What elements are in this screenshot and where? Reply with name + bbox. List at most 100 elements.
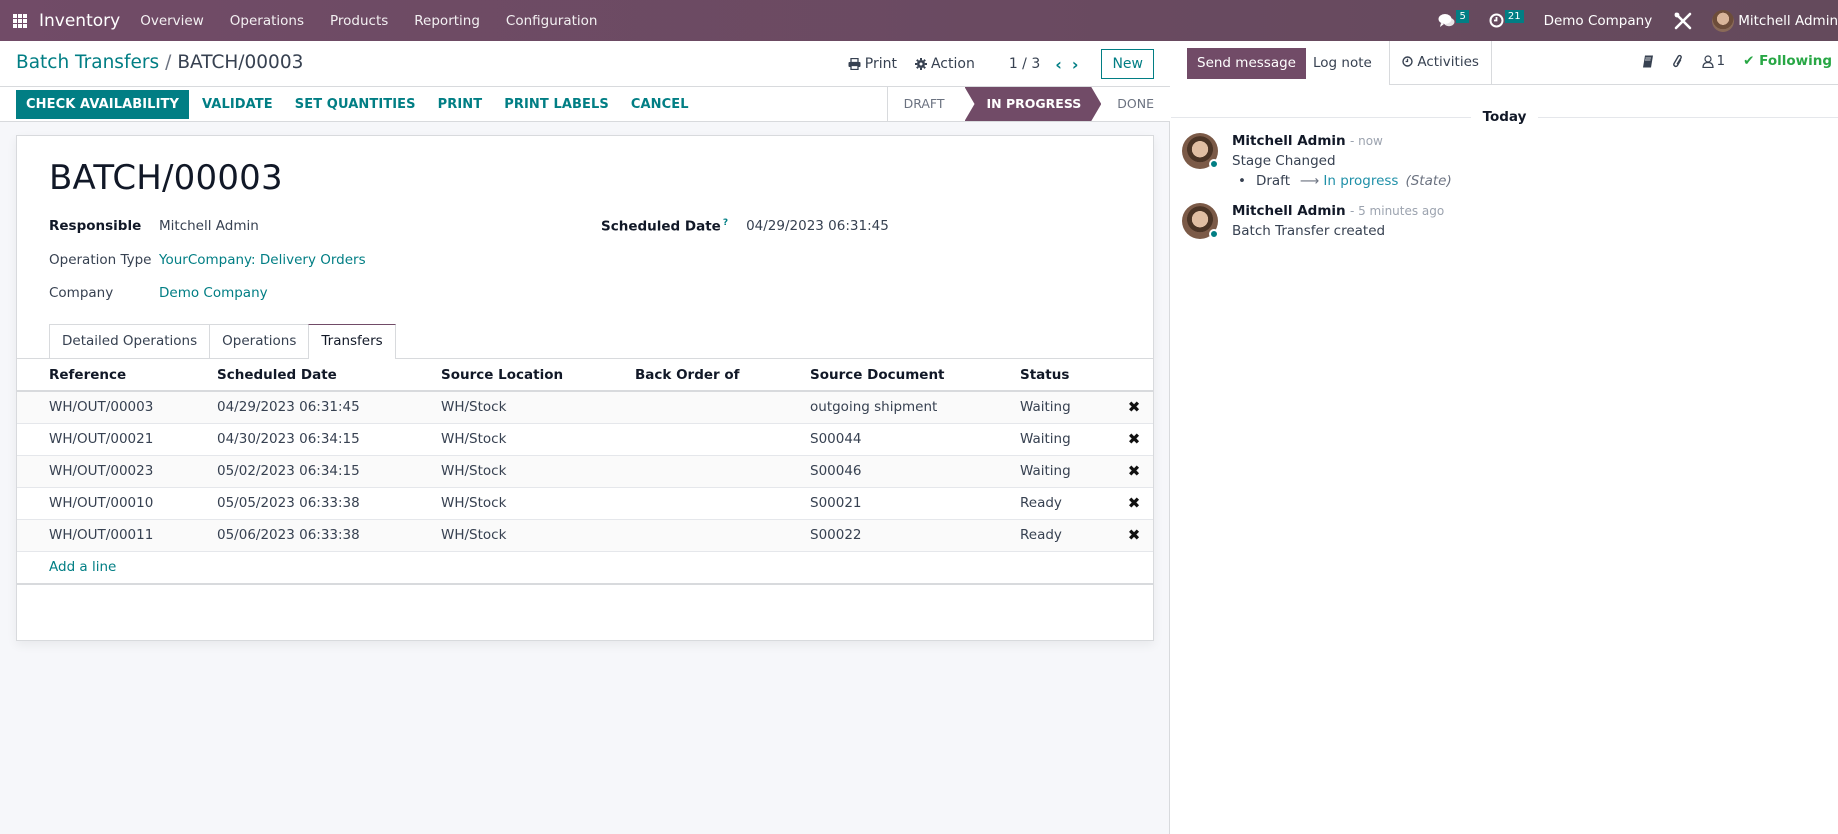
cell-status[interactable]: Waiting (1020, 423, 1115, 456)
company-switcher[interactable]: Demo Company (1544, 13, 1653, 29)
cell-source-location[interactable]: WH/Stock (441, 519, 635, 552)
table-row[interactable]: WH/OUT/00021 04/30/2023 06:34:15 WH/Stoc… (17, 423, 1153, 456)
col-source-document[interactable]: Source Document (810, 359, 1020, 392)
tab-operations[interactable]: Operations (209, 324, 310, 358)
add-a-line-link[interactable]: Add a line (17, 551, 1153, 585)
cell-back-order-of[interactable] (635, 519, 810, 552)
followers-button[interactable]: 1 (1701, 53, 1725, 69)
cell-scheduled-date[interactable]: 04/30/2023 06:34:15 (217, 423, 441, 456)
following-button[interactable]: ✔ Following (1743, 53, 1832, 69)
stage-in-progress[interactable]: IN PROGRESS (965, 87, 1102, 121)
responsible-value[interactable]: Mitchell Admin (159, 218, 259, 234)
menu-products[interactable]: Products (330, 13, 388, 29)
cell-source-document[interactable]: S00046 (810, 455, 1020, 488)
message-author[interactable]: Mitchell Admin (1232, 203, 1346, 219)
field-company: Company Demo Company (49, 285, 268, 301)
table-row[interactable]: WH/OUT/00023 05/02/2023 06:34:15 WH/Stoc… (17, 455, 1153, 488)
cell-reference[interactable]: WH/OUT/00021 (17, 423, 217, 456)
cell-back-order-of[interactable] (635, 455, 810, 488)
cancel-button[interactable]: CANCEL (620, 91, 700, 118)
author-avatar[interactable] (1182, 133, 1219, 169)
col-status[interactable]: Status (1020, 359, 1115, 392)
new-button[interactable]: New (1101, 49, 1154, 79)
cell-reference[interactable]: WH/OUT/00011 (17, 519, 217, 552)
record-title[interactable]: BATCH/00003 (49, 158, 283, 198)
debug-tools[interactable] (1674, 12, 1692, 30)
cell-source-location[interactable]: WH/Stock (441, 423, 635, 456)
pager-previous-icon[interactable]: ‹ (1055, 55, 1062, 74)
col-back-order-of[interactable]: Back Order of (635, 359, 810, 392)
delete-row-icon[interactable]: ✖ (1128, 462, 1141, 480)
action-menu-button[interactable]: Action (914, 56, 975, 72)
cell-reference[interactable]: WH/OUT/00010 (17, 487, 217, 520)
col-source-location[interactable]: Source Location (441, 359, 635, 392)
paperclip-icon[interactable] (1672, 54, 1684, 69)
table-row[interactable]: WH/OUT/00003 04/29/2023 06:31:45 WH/Stoc… (17, 391, 1153, 424)
stage-draft[interactable]: DRAFT (888, 87, 965, 121)
delete-row-icon[interactable]: ✖ (1128, 430, 1141, 448)
stage-done[interactable]: DONE (1101, 87, 1170, 121)
cell-source-document[interactable]: outgoing shipment (810, 391, 1020, 424)
cell-status[interactable]: Ready (1020, 519, 1115, 552)
tab-transfers[interactable]: Transfers (308, 324, 396, 359)
col-scheduled-date[interactable]: Scheduled Date (217, 359, 441, 392)
cell-source-location[interactable]: WH/Stock (441, 455, 635, 488)
cell-back-order-of[interactable] (635, 487, 810, 520)
print-button[interactable]: PRINT (427, 91, 494, 118)
breadcrumb-batch-transfers[interactable]: Batch Transfers (16, 52, 159, 73)
help-tooltip-icon[interactable]: ? (723, 218, 728, 228)
cell-scheduled-date[interactable]: 05/02/2023 06:34:15 (217, 455, 441, 488)
delete-row-icon[interactable]: ✖ (1128, 526, 1141, 544)
operation-type-value[interactable]: YourCompany: Delivery Orders (159, 252, 366, 268)
cell-status[interactable]: Waiting (1020, 455, 1115, 488)
col-reference[interactable]: Reference (17, 359, 217, 392)
message-author[interactable]: Mitchell Admin (1232, 133, 1346, 149)
cell-source-document[interactable]: S00021 (810, 487, 1020, 520)
table-row[interactable]: WH/OUT/00010 05/05/2023 06:33:38 WH/Stoc… (17, 487, 1153, 520)
cell-back-order-of[interactable] (635, 423, 810, 456)
cell-back-order-of[interactable] (635, 391, 810, 424)
table-row[interactable]: WH/OUT/00011 05/06/2023 06:33:38 WH/Stoc… (17, 519, 1153, 552)
cell-scheduled-date[interactable]: 05/05/2023 06:33:38 (217, 487, 441, 520)
menu-configuration[interactable]: Configuration (506, 13, 598, 29)
activity-menu[interactable]: 21 (1489, 10, 1524, 28)
user-menu[interactable]: Mitchell Admin (1738, 13, 1838, 29)
pager-next-icon[interactable]: › (1072, 55, 1079, 74)
cell-scheduled-date[interactable]: 05/06/2023 06:33:38 (217, 519, 441, 552)
scheduled-date-value[interactable]: 04/29/2023 06:31:45 (746, 218, 889, 234)
menu-overview[interactable]: Overview (140, 13, 204, 29)
validate-button[interactable]: VALIDATE (191, 91, 284, 118)
apps-menu-icon[interactable] (13, 13, 27, 28)
control-panel-bottom: CHECK AVAILABILITY VALIDATE SET QUANTITI… (0, 87, 1170, 122)
print-menu-button[interactable]: Print (848, 56, 897, 72)
cell-source-document[interactable]: S00022 (810, 519, 1020, 552)
send-message-button[interactable]: Send message (1187, 48, 1306, 79)
author-avatar[interactable] (1182, 203, 1219, 239)
online-status-icon (1209, 229, 1219, 239)
book-icon[interactable] (1642, 55, 1654, 68)
cell-reference[interactable]: WH/OUT/00003 (17, 391, 217, 424)
cell-status[interactable]: Ready (1020, 487, 1115, 520)
check-availability-button[interactable]: CHECK AVAILABILITY (16, 90, 189, 119)
cell-status[interactable]: Waiting (1020, 391, 1115, 424)
app-name[interactable]: Inventory (39, 11, 120, 31)
delete-row-icon[interactable]: ✖ (1128, 398, 1141, 416)
menu-reporting[interactable]: Reporting (414, 13, 480, 29)
messaging-menu[interactable]: 5 (1438, 10, 1469, 28)
cell-source-location[interactable]: WH/Stock (441, 487, 635, 520)
pager-value[interactable]: 1 / 3 (1009, 56, 1040, 72)
cell-scheduled-date[interactable]: 04/29/2023 06:31:45 (217, 391, 441, 424)
company-value[interactable]: Demo Company (159, 285, 268, 301)
activities-button[interactable]: Activities (1389, 41, 1492, 85)
user-avatar[interactable] (1712, 9, 1735, 32)
responsible-label: Responsible (49, 218, 142, 234)
cell-reference[interactable]: WH/OUT/00023 (17, 455, 217, 488)
delete-row-icon[interactable]: ✖ (1128, 494, 1141, 512)
menu-operations[interactable]: Operations (230, 13, 304, 29)
log-note-button[interactable]: Log note (1303, 48, 1382, 79)
set-quantities-button[interactable]: SET QUANTITIES (284, 91, 427, 118)
tab-detailed-operations[interactable]: Detailed Operations (49, 324, 211, 358)
cell-source-document[interactable]: S00044 (810, 423, 1020, 456)
print-labels-button[interactable]: PRINT LABELS (493, 91, 620, 118)
cell-source-location[interactable]: WH/Stock (441, 391, 635, 424)
